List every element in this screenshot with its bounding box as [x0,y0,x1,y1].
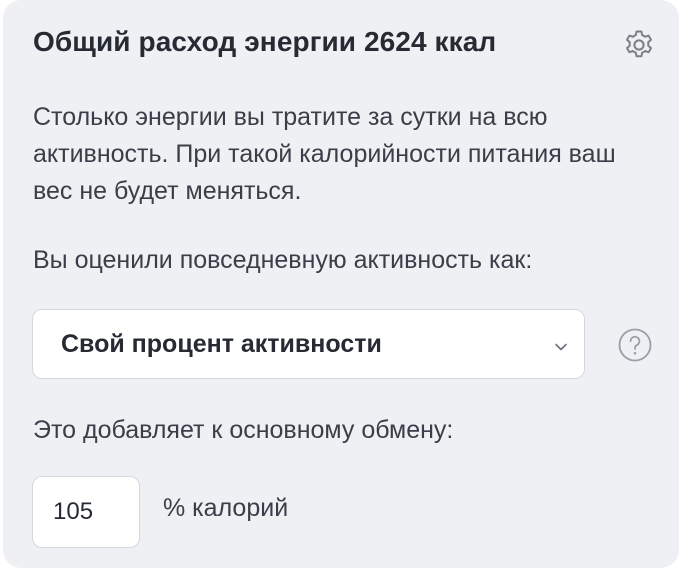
chevron-down-icon [554,339,568,351]
gear-icon[interactable] [622,28,656,62]
activity-percent-input[interactable] [32,476,140,548]
activity-question-label: Вы оценили повседневную активность как: [33,246,533,274]
question-circle-icon[interactable] [618,328,652,362]
activity-level-select[interactable]: Свой процент активности [32,309,585,379]
card-title: Общий расход энергии 2624 ккал [33,26,497,57]
percent-unit-label: % калорий [163,494,289,522]
adds-to-metabolism-label: Это добавляет к основному обмену: [33,416,454,444]
card-description: Столько энергии вы тратите за сутки на в… [33,103,616,205]
activity-level-selected-value: Свой процент активности [61,330,382,358]
energy-card: Общий расход энергии 2624 ккал Столько э… [3,0,679,568]
